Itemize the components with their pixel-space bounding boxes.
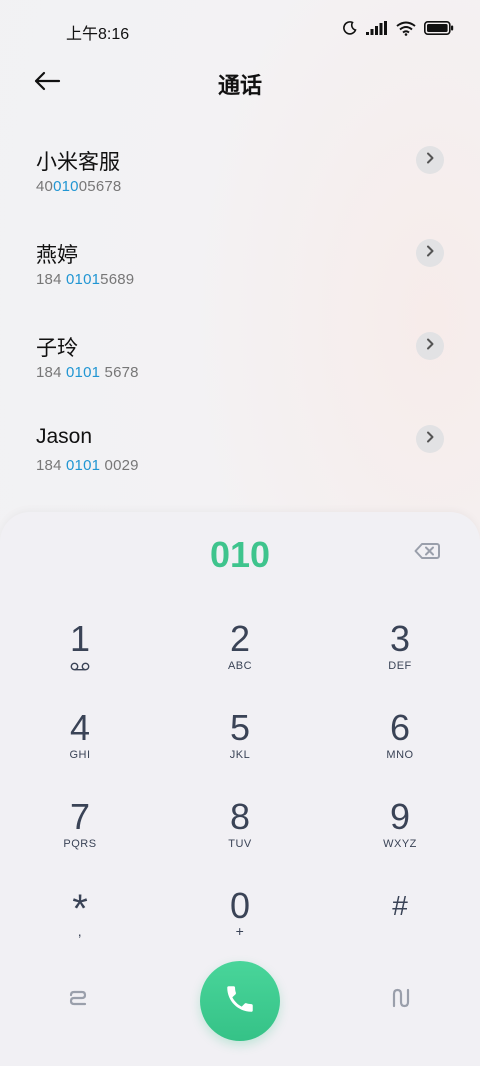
key-5[interactable]: 5 JKL [180,709,300,789]
contact-detail-button[interactable] [416,425,444,453]
key-1[interactable]: 1 [20,620,140,700]
chevron-right-icon [425,337,435,355]
contact-number: 184 01015689 [36,271,135,288]
key-0[interactable]: 0 + [180,887,300,967]
contact-name: 小米客服 [36,151,120,174]
contact-detail-button[interactable] [416,239,444,267]
chevron-right-icon [425,430,435,448]
key-3[interactable]: 3 DEF [340,620,460,700]
header: 通话 [0,60,480,106]
key-6[interactable]: 6 MNO [340,709,460,789]
dialpad-panel: 010 1 2 ABC 3 DEF 4 GHI 5 JKL 6 MNO 7 PQ… [0,512,480,1066]
contact-number: 184 0101 0029 [36,457,139,474]
call-button[interactable] [200,961,280,1041]
key-7[interactable]: 7 PQRS [20,798,140,878]
contact-detail-button[interactable] [416,146,444,174]
matched-digits: 0101 [66,457,101,474]
moon-icon [342,20,358,36]
more-options-button[interactable] [390,988,414,1012]
contact-number: 4001005678 [36,178,122,195]
voicemail-icon [20,662,140,671]
battery-icon [424,21,454,35]
phone-icon [223,982,257,1021]
key-hash[interactable]: # [340,887,460,967]
wifi-icon [396,21,416,36]
page-title: 通话 [217,73,262,98]
key-8[interactable]: 8 TUV [180,798,300,878]
status-icons [342,20,454,36]
result-row[interactable]: 小米客服 4001005678 [0,130,480,223]
key-9[interactable]: 9 WXYZ [340,798,460,878]
backspace-icon [414,542,440,565]
signal-icon [366,21,388,35]
contact-detail-button[interactable] [416,332,444,360]
dialpad-bottom-bar [0,960,480,1046]
dual-sim-icon [391,988,413,1013]
key-4[interactable]: 4 GHI [20,709,140,789]
chevron-right-icon [425,244,435,262]
matched-digits: 0101 [66,364,101,381]
key-star[interactable]: * , [20,887,140,967]
contact-name: 燕婷 [36,244,78,267]
result-row[interactable]: Jason 184 0101 0029 [0,409,480,502]
matched-digits: 0101 [66,271,101,288]
chevron-right-icon [425,151,435,169]
search-results-list: 小米客服 4001005678 燕婷 184 01015689 子玲 184 0… [0,130,480,502]
matched-digits: 010 [53,178,79,195]
status-time: 上午8:16 [66,26,130,43]
dialed-number: 010 [209,534,271,575]
result-row[interactable]: 燕婷 184 01015689 [0,223,480,316]
key-2[interactable]: 2 ABC [180,620,300,700]
backspace-button[interactable] [412,542,442,564]
collapse-icon [68,990,88,1011]
collapse-dialpad-button[interactable] [66,988,90,1012]
contact-name: Jason [36,425,93,448]
status-bar: 上午8:16 [0,0,480,60]
contact-name: 子玲 [36,337,78,360]
contact-number: 184 0101 5678 [36,364,139,381]
result-row[interactable]: 子玲 184 0101 5678 [0,316,480,409]
